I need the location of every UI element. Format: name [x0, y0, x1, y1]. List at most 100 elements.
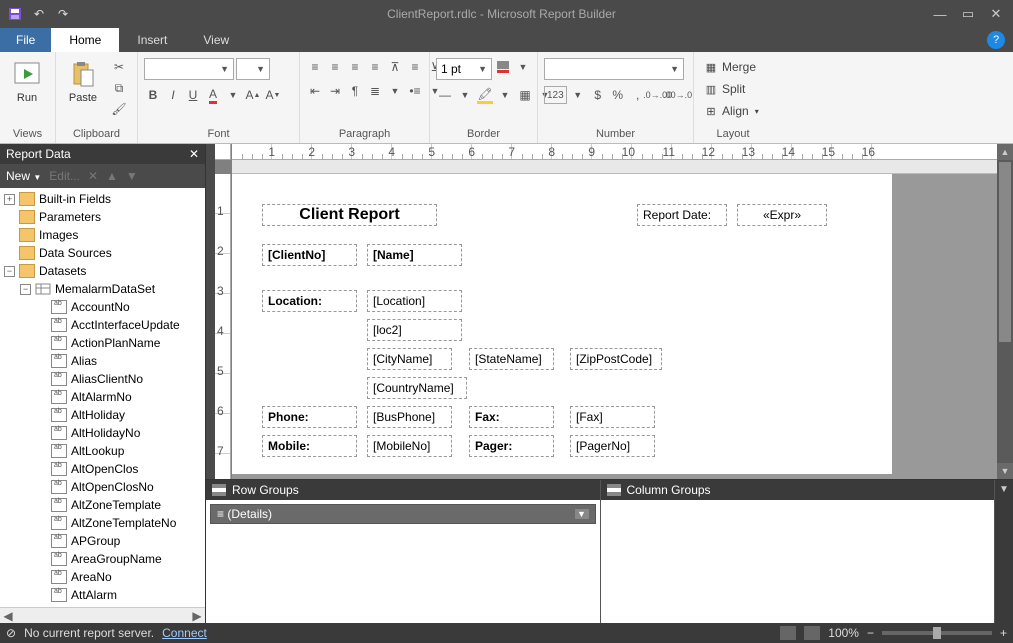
- shrink-font-icon[interactable]: A▼: [264, 86, 282, 104]
- clientno-field[interactable]: [ClientNo]: [262, 244, 357, 266]
- border-color-dropdown-icon[interactable]: ▼: [514, 58, 532, 76]
- tree-data-sources[interactable]: Data Sources: [0, 244, 205, 262]
- tab-view[interactable]: View: [185, 28, 247, 52]
- tab-insert[interactable]: Insert: [119, 28, 185, 52]
- cut-icon[interactable]: ✂: [110, 58, 128, 76]
- phone-field[interactable]: [BusPhone]: [367, 406, 452, 428]
- font-family-select[interactable]: ▼: [144, 58, 234, 80]
- state-field[interactable]: [StateName]: [469, 348, 554, 370]
- design-vscrollbar[interactable]: ▲ ▼: [997, 144, 1013, 479]
- tree-field[interactable]: AltZoneTemplateNo: [0, 514, 205, 532]
- close-icon[interactable]: ✕: [987, 5, 1005, 23]
- number-format-select[interactable]: ▼: [544, 58, 684, 80]
- zoom-out-icon[interactable]: −: [867, 626, 874, 640]
- run-button[interactable]: Run: [6, 58, 48, 104]
- tree-dataset[interactable]: −MemalarmDataSet: [0, 280, 205, 298]
- scroll-up-icon[interactable]: ▲: [997, 144, 1013, 160]
- decrease-indent-icon[interactable]: ⇤: [306, 82, 324, 100]
- font-color-icon[interactable]: A: [204, 86, 222, 104]
- tree-builtin-fields[interactable]: +Built-in Fields: [0, 190, 205, 208]
- connect-link[interactable]: Connect: [162, 626, 207, 640]
- details-group[interactable]: ≡ (Details) ▼: [210, 504, 596, 524]
- country-field[interactable]: [CountryName]: [367, 377, 467, 399]
- numbered-dropdown-icon[interactable]: ▼: [386, 82, 404, 100]
- minimize-icon[interactable]: —: [931, 5, 949, 23]
- tree-expander-icon[interactable]: −: [20, 284, 31, 295]
- increase-indent-icon[interactable]: ⇥: [326, 82, 344, 100]
- fill-color-icon[interactable]: 🖍: [476, 86, 494, 104]
- design-mode-icon[interactable]: [780, 626, 796, 640]
- tree-field[interactable]: AreaNo: [0, 568, 205, 586]
- tree-field[interactable]: AcctInterfaceUpdate: [0, 316, 205, 334]
- new-button[interactable]: New ▼: [6, 169, 41, 183]
- fax-label[interactable]: Fax:: [469, 406, 554, 428]
- currency-icon[interactable]: $: [589, 86, 607, 104]
- number-placeholder-icon[interactable]: 123: [544, 86, 567, 104]
- groups-collapse-icon[interactable]: ▼: [995, 480, 1013, 623]
- paste-button[interactable]: Paste: [62, 58, 104, 104]
- tree-field[interactable]: AccountNo: [0, 298, 205, 316]
- phone-label[interactable]: Phone:: [262, 406, 357, 428]
- fill-dropdown-icon[interactable]: ▼: [496, 86, 514, 104]
- tree-images[interactable]: Images: [0, 226, 205, 244]
- align-left-icon[interactable]: ≡: [306, 58, 324, 76]
- align-center-icon[interactable]: ≡: [326, 58, 344, 76]
- report-date-label[interactable]: Report Date:: [637, 204, 727, 226]
- tree-field[interactable]: ActionPlanName: [0, 334, 205, 352]
- copy-icon[interactable]: ⧉: [110, 79, 128, 97]
- align-middle-icon[interactable]: ≡: [406, 58, 424, 76]
- percent-icon[interactable]: %: [609, 86, 627, 104]
- mobile-field[interactable]: [MobileNo]: [367, 435, 452, 457]
- align-button[interactable]: ⊞Align▾: [700, 102, 763, 120]
- zoom-slider[interactable]: [882, 631, 992, 635]
- name-field[interactable]: [Name]: [367, 244, 462, 266]
- tree-field[interactable]: AltHoliday: [0, 406, 205, 424]
- grow-font-icon[interactable]: A▲: [244, 86, 262, 104]
- tree-field[interactable]: AltAlarmNo: [0, 388, 205, 406]
- tree-field[interactable]: AreaGroupName: [0, 550, 205, 568]
- scroll-right-icon[interactable]: ▶: [189, 609, 205, 623]
- tree-field[interactable]: AltHolidayNo: [0, 424, 205, 442]
- scroll-left-icon[interactable]: ◀: [0, 609, 16, 623]
- scroll-down-icon[interactable]: ▼: [997, 463, 1013, 479]
- rtl-icon[interactable]: ¶: [346, 82, 364, 100]
- justify-icon[interactable]: ≡: [366, 58, 384, 76]
- tree-expander-icon[interactable]: +: [4, 194, 15, 205]
- border-style-icon[interactable]: —: [436, 86, 454, 104]
- align-right-icon[interactable]: ≡: [346, 58, 364, 76]
- pane-close-icon[interactable]: ✕: [189, 147, 199, 161]
- pager-label[interactable]: Pager:: [469, 435, 554, 457]
- format-painter-icon[interactable]: 🖌: [110, 100, 128, 118]
- save-icon[interactable]: [6, 5, 24, 23]
- maximize-icon[interactable]: ▭: [959, 5, 977, 23]
- pager-field[interactable]: [PagerNo]: [570, 435, 655, 457]
- preview-mode-icon[interactable]: [804, 626, 820, 640]
- border-width-select[interactable]: 1 pt▼: [436, 58, 492, 80]
- bold-icon[interactable]: B: [144, 86, 162, 104]
- city-field[interactable]: [CityName]: [367, 348, 452, 370]
- borders-icon[interactable]: ▦: [516, 86, 534, 104]
- report-body[interactable]: Client Report Report Date: «Expr» [Clien…: [232, 174, 892, 474]
- details-dropdown-icon[interactable]: ▼: [575, 509, 589, 519]
- location-label[interactable]: Location:: [262, 290, 357, 312]
- fax-field[interactable]: [Fax]: [570, 406, 655, 428]
- border-style-dropdown-icon[interactable]: ▼: [456, 86, 474, 104]
- font-size-select[interactable]: ▼: [236, 58, 270, 80]
- tree-field[interactable]: APGroup: [0, 532, 205, 550]
- split-button[interactable]: ▥Split: [700, 80, 763, 98]
- border-color-icon[interactable]: [494, 58, 512, 76]
- location-field[interactable]: [Location]: [367, 290, 462, 312]
- help-icon[interactable]: ?: [987, 31, 1005, 49]
- italic-icon[interactable]: I: [164, 86, 182, 104]
- align-top-icon[interactable]: ⊼: [386, 58, 404, 76]
- redo-icon[interactable]: ↷: [54, 5, 72, 23]
- underline-icon[interactable]: U: [184, 86, 202, 104]
- design-canvas[interactable]: Client Report Report Date: «Expr» [Clien…: [232, 174, 997, 479]
- tree-field[interactable]: AltOpenClos: [0, 460, 205, 478]
- tree-parameters[interactable]: Parameters: [0, 208, 205, 226]
- tree-field[interactable]: AliasClientNo: [0, 370, 205, 388]
- report-title[interactable]: Client Report: [262, 204, 437, 226]
- tab-home[interactable]: Home: [51, 28, 119, 52]
- decrease-decimal-icon[interactable]: .00→.0: [669, 86, 687, 104]
- number-placeholder-dropdown-icon[interactable]: ▼: [569, 86, 587, 104]
